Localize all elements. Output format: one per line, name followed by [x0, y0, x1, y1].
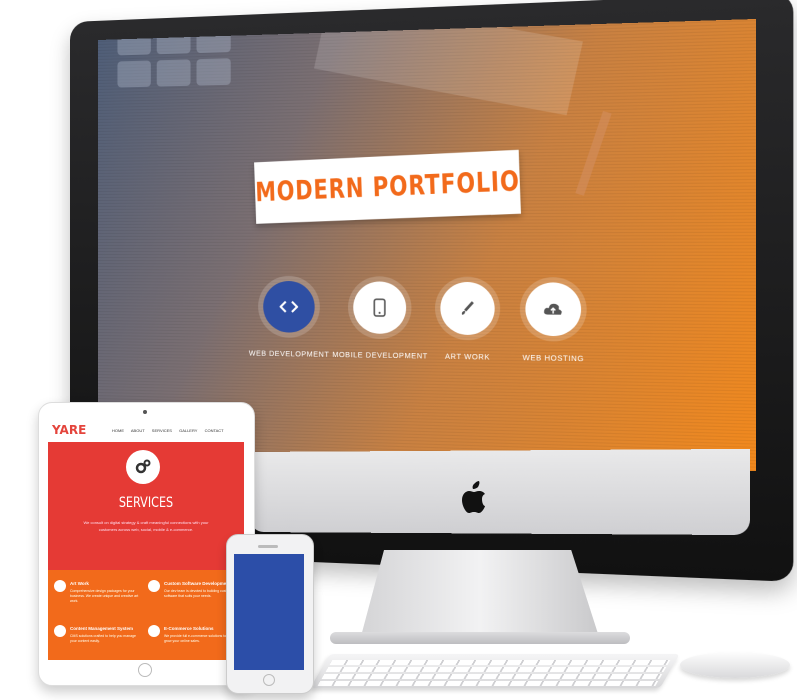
nav-item-home[interactable]: HOME [112, 428, 124, 433]
ipad-nav: HOME ABOUT SERVICES GALLERY CONTACT [112, 428, 230, 433]
ipad-logo: YARE [52, 423, 87, 437]
mouse [680, 652, 790, 678]
service-label: WEB DEVELOPMENT [248, 350, 330, 359]
gears-icon [126, 450, 160, 484]
keyboard [310, 654, 680, 688]
imac-stand-base [330, 632, 630, 644]
gear-icon [148, 580, 160, 592]
mobile-icon[interactable] [353, 281, 407, 335]
notebook-photo-decor [313, 18, 583, 116]
feature-desc: We provide full e-commerce solutions to … [164, 634, 227, 643]
ipad-screen: YARE HOME ABOUT SERVICES GALLERY CONTACT… [48, 420, 244, 660]
service-web-development[interactable]: WEB DEVELOPMENT [243, 280, 336, 359]
keyboard-photo-decor [117, 25, 246, 120]
apple-logo-icon [455, 478, 495, 518]
iphone-home-button [263, 674, 275, 686]
service-label: WEB HOSTING [522, 354, 585, 364]
nav-item-gallery[interactable]: GALLERY [179, 428, 197, 433]
ipad-header: YARE HOME ABOUT SERVICES GALLERY CONTACT [48, 420, 244, 442]
feature-desc: Comprehensive design packages for your b… [70, 589, 139, 603]
imac-chin [250, 448, 750, 536]
service-art-work[interactable]: ART WORK [419, 281, 517, 362]
iphone-speaker [258, 545, 278, 548]
feature-title: Art Work [70, 581, 89, 586]
service-mobile-development[interactable]: MOBILE DEVELOPMENT [332, 281, 428, 361]
services-description: We consult on digital strategy & craft m… [83, 520, 209, 525]
service-label: ART WORK [444, 353, 490, 362]
pencil-photo-decor [575, 110, 612, 196]
service-web-hosting[interactable]: WEB HOSTING [503, 282, 603, 363]
iphone-screen [234, 554, 304, 670]
nav-item-about[interactable]: ABOUT [131, 428, 145, 433]
services-title: SERVICES [118, 495, 174, 511]
cloud-upload-icon[interactable] [525, 282, 582, 337]
feature-desc: CMS solutions crafted to help you manage… [70, 634, 136, 643]
nav-item-services[interactable]: SERVICES [152, 428, 172, 433]
ipad-home-button [138, 663, 152, 677]
ipad-camera [143, 410, 147, 414]
feature-title: Content Management System [70, 626, 134, 631]
brush-icon[interactable] [440, 281, 495, 336]
feature-title: Custom Software Development [164, 581, 231, 586]
hero-title: MODERN PORTFOLIO [254, 165, 521, 209]
brush-icon [54, 580, 66, 592]
imac-stand [360, 550, 600, 640]
feature-title: E-Commerce Solutions [164, 626, 214, 631]
nav-item-contact[interactable]: CONTACT [205, 428, 224, 433]
feature-desc: Our dev team is devoted to building cust… [164, 589, 232, 598]
hero-title-box: MODERN PORTFOLIO [254, 149, 521, 224]
code-icon[interactable] [263, 280, 315, 333]
settings-icon [54, 625, 66, 637]
service-label: MOBILE DEVELOPMENT [332, 351, 428, 361]
services-description: customers across web, social, mobile & e… [98, 527, 194, 532]
cart-icon [148, 625, 160, 637]
